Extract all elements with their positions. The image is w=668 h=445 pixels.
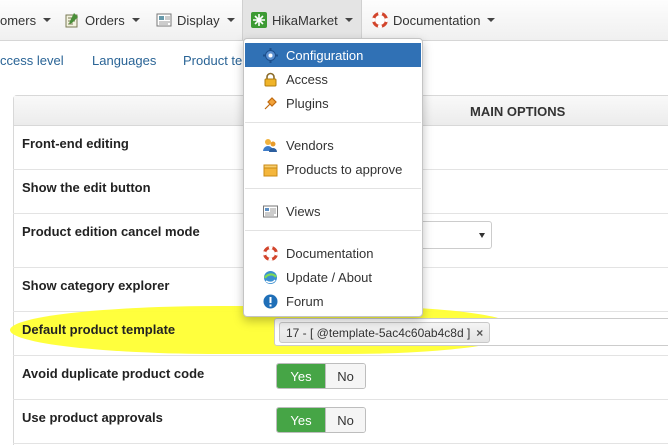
chevron-down-icon (344, 18, 353, 22)
info-icon (263, 294, 278, 309)
menu-documentation-label: Documentation (393, 12, 481, 28)
menu-item-update-about[interactable]: Update / About (245, 265, 421, 289)
option-label-duplicate-code: Avoid duplicate product code (22, 366, 205, 381)
menu-item-configuration[interactable]: Configuration (245, 43, 421, 67)
menu-item-products-to-approve[interactable]: Products to approve (245, 157, 421, 181)
chevron-down-icon (226, 18, 235, 22)
menu-item-label: Forum (286, 293, 324, 309)
chevron-down-icon (479, 233, 485, 238)
menu-hikamarket[interactable]: HikaMarket (242, 0, 362, 40)
template-tag-value: 17 - [ @template-5ac4c60ab4c8d ] (286, 325, 471, 340)
menu-item-access[interactable]: Access (245, 67, 421, 91)
menu-item-vendors[interactable]: Vendors (245, 133, 421, 157)
orders-icon (64, 12, 80, 28)
yes-button[interactable]: Yes (277, 364, 325, 388)
option-label-product-approvals: Use product approvals (22, 410, 163, 425)
menu-customers[interactable]: omers (0, 0, 52, 40)
tab-languages[interactable]: Languages (92, 53, 156, 68)
vendors-icon (263, 138, 278, 153)
menu-customers-label: omers (0, 12, 37, 28)
no-button[interactable]: No (325, 408, 365, 432)
yes-button[interactable]: Yes (277, 408, 325, 432)
menu-item-label: Documentation (286, 245, 374, 261)
panel-title: MAIN OPTIONS (470, 104, 566, 119)
lifebuoy-icon (263, 245, 278, 261)
hikamarket-dropdown-menu: Configuration Access Plugins Vendors Pro… (243, 38, 423, 317)
menu-divider (245, 188, 421, 189)
menu-orders-label: Orders (85, 12, 125, 28)
display-icon (156, 12, 172, 28)
default-template-input[interactable]: 17 - [ @template-5ac4c60ab4c8d ] × (274, 318, 668, 346)
tab-access-level[interactable]: ccess level (0, 53, 64, 68)
tab-product-template[interactable]: Product te (183, 53, 242, 68)
menu-item-label: Products to approve (286, 161, 403, 177)
menu-item-plugins[interactable]: Plugins (245, 91, 421, 115)
option-label-front-end-editing: Front-end editing (22, 136, 129, 151)
template-tag: 17 - [ @template-5ac4c60ab4c8d ] × (279, 322, 491, 343)
option-label-default-template: Default product template (22, 322, 176, 337)
product-approvals-toggle: Yes No (276, 407, 366, 433)
top-menu-bar: omers Orders Display HikaMarket Document… (0, 0, 668, 41)
views-icon (263, 204, 278, 219)
menu-item-documentation[interactable]: Documentation (245, 241, 421, 265)
option-label-show-edit-button: Show the edit button (22, 180, 151, 195)
lock-icon (263, 72, 278, 87)
menu-item-label: Configuration (286, 47, 364, 63)
menu-orders[interactable]: Orders (64, 0, 140, 40)
menu-item-forum[interactable]: Forum (245, 289, 421, 313)
menu-item-label: Access (286, 71, 328, 87)
gear-icon (263, 47, 278, 63)
hikamarket-logo-icon (251, 12, 267, 28)
chevron-down-icon (131, 18, 140, 22)
no-button[interactable]: No (325, 364, 365, 388)
update-icon (263, 270, 278, 285)
menu-divider (245, 230, 421, 231)
menu-item-label: Plugins (286, 95, 329, 111)
option-label-cancel-mode: Product edition cancel mode (22, 224, 200, 239)
menu-hikamarket-label: HikaMarket (272, 12, 338, 28)
chevron-down-icon (43, 18, 52, 22)
remove-tag-icon[interactable]: × (476, 326, 483, 340)
menu-divider (245, 122, 421, 123)
chevron-down-icon (487, 18, 496, 22)
menu-documentation[interactable]: Documentation (372, 0, 496, 40)
menu-item-views[interactable]: Views (245, 199, 421, 223)
menu-display-label: Display (177, 12, 220, 28)
duplicate-code-toggle: Yes No (276, 363, 366, 389)
option-label-category-explorer: Show category explorer (22, 278, 170, 293)
menu-display[interactable]: Display (156, 0, 235, 40)
box-icon (263, 162, 278, 177)
menu-item-label: Vendors (286, 137, 334, 153)
lifebuoy-icon (372, 12, 388, 28)
plugin-icon (263, 96, 278, 111)
menu-item-label: Views (286, 203, 321, 219)
menu-item-label: Update / About (286, 269, 373, 285)
